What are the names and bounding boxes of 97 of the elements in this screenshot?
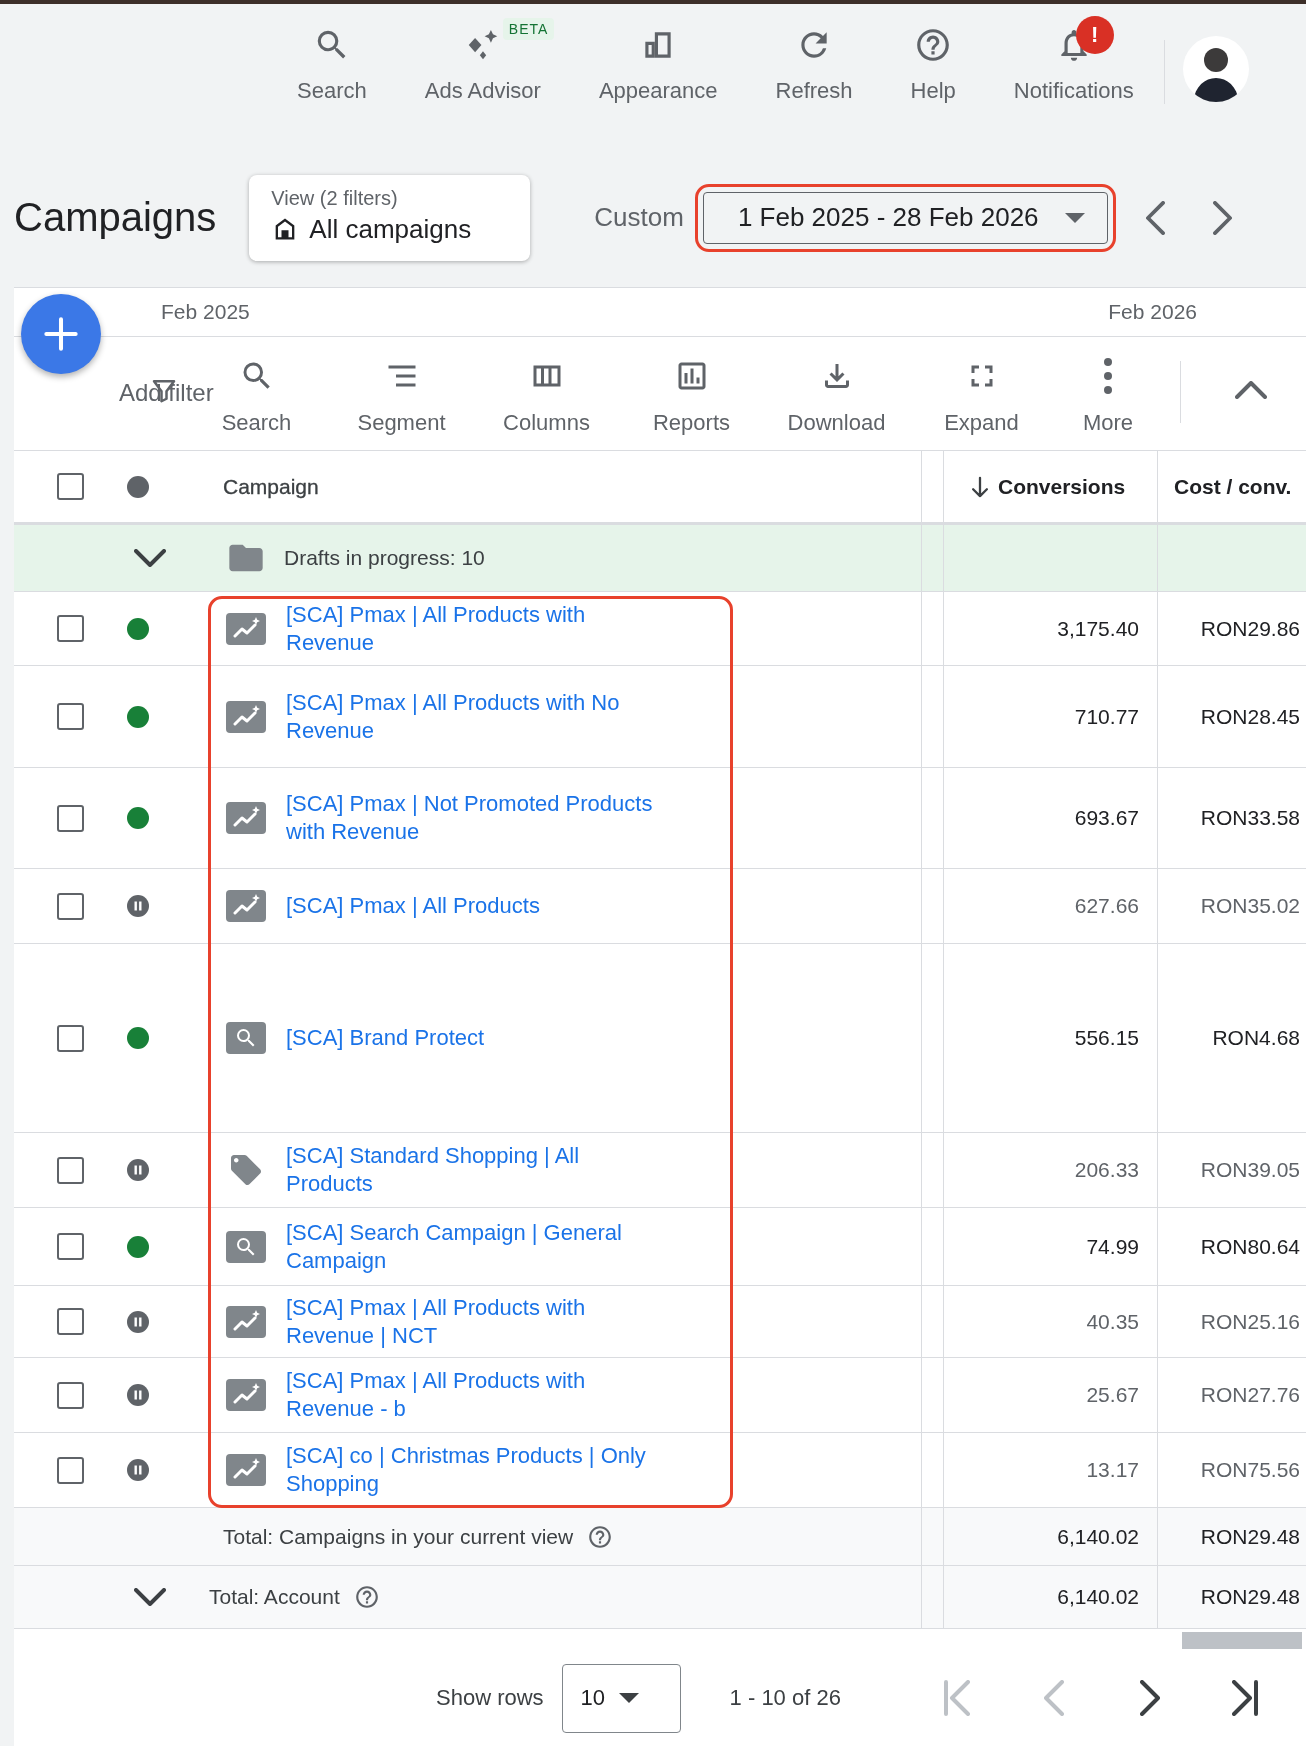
help-icon xyxy=(353,1584,380,1610)
table-cell: RON27.76 xyxy=(1200,1383,1300,1407)
campaign-link[interactable]: [SCA] Pmax | Not Promoted Products with Revenue xyxy=(286,790,658,846)
table-cell: 13.17 xyxy=(1086,1458,1139,1482)
timeline-label: Feb 2025 xyxy=(161,300,250,324)
page-title: Campaigns xyxy=(14,195,217,240)
segment-button[interactable]: Segment xyxy=(329,337,474,450)
checkbox[interactable] xyxy=(56,1456,84,1484)
table-cell: 556.15 xyxy=(1074,1026,1139,1050)
dropdown-icon xyxy=(619,1693,640,1703)
trend-icon xyxy=(226,612,266,645)
last-page-icon xyxy=(1231,1680,1258,1716)
date-range-picker[interactable]: 1 Feb 2025 - 28 Feb 2026 xyxy=(702,191,1108,244)
table-cell: 40.35 xyxy=(1086,1309,1139,1334)
more-button[interactable]: More xyxy=(1054,337,1162,450)
checkbox[interactable] xyxy=(56,1308,84,1335)
page-range: 1 - 10 of 26 xyxy=(729,1685,841,1711)
refresh-button[interactable]: Refresh xyxy=(775,26,853,104)
chevron-left-icon xyxy=(1145,200,1165,235)
dropdown-icon xyxy=(1064,212,1085,223)
chevron-down-icon xyxy=(134,1588,166,1606)
table-cell: RON28.45 xyxy=(1200,704,1300,729)
campaign-link[interactable]: [SCA] Search Campaign | General Campaign xyxy=(286,1218,658,1275)
download-button[interactable]: Download xyxy=(764,337,909,450)
table-cell: RON39.05 xyxy=(1200,1158,1300,1182)
table-cell: 3,175.40 xyxy=(1057,616,1139,641)
reports-button[interactable]: Reports xyxy=(619,337,764,450)
table-cell: RON75.56 xyxy=(1200,1458,1300,1482)
table-cell: RON29.48 xyxy=(1200,1585,1300,1609)
show-rows-label: Show rows xyxy=(436,1685,544,1711)
table-cell: 710.77 xyxy=(1074,704,1139,729)
expand-button[interactable]: Expand xyxy=(909,337,1054,450)
first-page-icon xyxy=(943,1680,970,1716)
table-cell: 74.99 xyxy=(1086,1234,1139,1259)
trend-icon xyxy=(226,1454,266,1486)
trend-icon xyxy=(226,890,266,922)
trend-icon xyxy=(226,1379,266,1411)
add-filter-button[interactable]: Add filter xyxy=(119,379,214,407)
alert-badge: ! xyxy=(1075,16,1114,54)
checkbox[interactable] xyxy=(56,703,84,730)
campaign-link[interactable]: [SCA] Standard Shopping | All Products xyxy=(286,1142,658,1198)
campaign-link[interactable]: [SCA] Brand Protect xyxy=(286,1024,658,1052)
help-icon xyxy=(587,1523,614,1550)
total-label: Total: Campaigns in your current view xyxy=(223,1524,574,1549)
campaign-link[interactable]: [SCA] Pmax | All Products with Revenue - b xyxy=(286,1367,658,1423)
view-selector[interactable]: View (2 filters) All campaigns xyxy=(249,174,531,261)
help-button[interactable]: Help xyxy=(910,26,956,104)
columns-button[interactable]: Columns xyxy=(474,337,619,450)
table-cell: 6,140.02 xyxy=(1057,1524,1139,1549)
drafts-label[interactable]: Drafts in progress: 10 xyxy=(284,546,485,570)
scrollbar[interactable] xyxy=(1182,1632,1302,1649)
table-cell: 6,140.02 xyxy=(1057,1585,1139,1609)
column-header[interactable]: Campaign xyxy=(223,474,319,499)
date-range-label: Custom xyxy=(594,202,684,233)
table-cell: RON25.16 xyxy=(1200,1309,1300,1334)
beta-badge: BETA xyxy=(502,18,555,40)
table-cell: RON29.86 xyxy=(1200,616,1300,641)
campaign-link[interactable]: [SCA] Pmax | All Products with No Revenue xyxy=(286,688,658,745)
appearance-button[interactable]: Appearance xyxy=(598,26,718,104)
column-header[interactable]: Conversions xyxy=(998,474,1126,499)
more-icon xyxy=(1104,358,1112,394)
trend-icon xyxy=(226,802,266,834)
checkbox[interactable] xyxy=(56,1381,84,1409)
table-cell: RON29.48 xyxy=(1200,1524,1300,1549)
campaign-link[interactable]: [SCA] Pmax | All Products xyxy=(286,892,658,920)
column-header[interactable]: Cost / conv. xyxy=(1174,474,1292,499)
trend-icon xyxy=(226,1305,266,1338)
search-icon xyxy=(226,1230,266,1263)
status-dot xyxy=(127,475,149,498)
rows-per-page-select[interactable]: 10 xyxy=(561,1663,681,1733)
checkbox[interactable] xyxy=(56,804,84,832)
chevron-up-icon xyxy=(1235,381,1267,399)
chevron-left-icon xyxy=(1043,1680,1064,1716)
table-cell: 206.33 xyxy=(1074,1158,1139,1182)
search-icon xyxy=(226,1022,266,1054)
trend-icon xyxy=(226,700,266,733)
checkbox[interactable] xyxy=(56,615,84,642)
table-cell: 25.67 xyxy=(1086,1383,1139,1407)
chevron-right-icon xyxy=(1212,200,1232,235)
checkbox[interactable] xyxy=(56,1233,84,1260)
campaign-link[interactable]: [SCA] co | Christmas Products | Only Shopping xyxy=(286,1442,658,1498)
checkbox[interactable] xyxy=(56,473,84,500)
campaign-link[interactable]: [SCA] Pmax | All Products with Revenue xyxy=(286,600,658,657)
checkbox[interactable] xyxy=(56,1024,84,1052)
table-cell: 627.66 xyxy=(1074,894,1139,918)
search-button[interactable]: Search xyxy=(297,26,367,104)
table-cell: RON35.02 xyxy=(1200,894,1300,918)
campaign-link[interactable]: [SCA] Pmax | All Products with Revenue | NCT xyxy=(286,1293,658,1350)
total-label: Total: Account xyxy=(209,1585,340,1609)
checkbox[interactable] xyxy=(56,1156,84,1184)
checkbox[interactable] xyxy=(56,892,84,920)
table-cell: RON33.58 xyxy=(1200,806,1300,830)
table-cell: RON80.64 xyxy=(1200,1234,1300,1259)
table-cell: RON4.68 xyxy=(1212,1026,1300,1050)
table-cell: 693.67 xyxy=(1074,806,1139,830)
chevron-right-icon xyxy=(1139,1680,1160,1716)
timeline-label: Feb 2026 xyxy=(1108,300,1197,324)
